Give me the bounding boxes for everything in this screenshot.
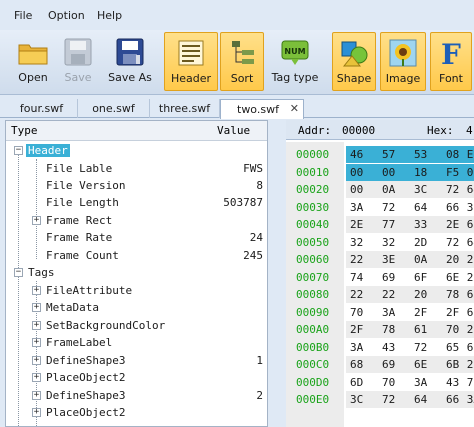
tag-tree-panel: Type Value − Header File Lable FWS File … — [5, 120, 268, 427]
expand-icon[interactable]: + — [32, 286, 41, 295]
column-value[interactable]: Value — [217, 124, 250, 137]
expand-icon[interactable]: + — [32, 356, 41, 365]
expand-icon[interactable]: + — [32, 338, 41, 347]
save-disk-icon — [64, 38, 92, 66]
tree-row-tags[interactable]: − Tags — [6, 264, 267, 281]
hex-row[interactable]: 000E0 3C7264663A — [286, 391, 474, 409]
expand-icon[interactable]: + — [32, 391, 41, 400]
hex-row[interactable]: 00040 2E77332E6F — [286, 216, 474, 234]
svg-text:F: F — [441, 38, 461, 68]
tab-three-swf[interactable]: three.swf — [150, 99, 220, 118]
menu-bar: File Option Help — [0, 0, 474, 30]
tab-one-swf[interactable]: one.swf — [78, 99, 150, 118]
hex-row[interactable]: 00060 223E0A2020 — [286, 251, 474, 269]
shape-button[interactable]: Shape — [332, 32, 376, 91]
tree-row[interactable]: + Frame Rect — [6, 212, 267, 229]
open-button[interactable]: Open — [10, 32, 56, 91]
tab-four-swf[interactable]: four.swf — [6, 99, 78, 118]
tree-row[interactable]: File Lable FWS — [6, 160, 267, 177]
hex-view-panel: Addr: 00000 Hex: 4 00000 46575308EB 0001… — [286, 120, 474, 427]
hex-row[interactable]: 000B0 3A43726561 — [286, 339, 474, 356]
num-tag-icon: NUM — [281, 40, 309, 65]
tree-row[interactable]: + MetaData — [6, 299, 267, 316]
expand-icon[interactable]: + — [32, 321, 41, 330]
tree-row[interactable]: File Length 503787 — [6, 194, 267, 211]
save-button[interactable]: Save — [58, 32, 98, 91]
shape-icon — [341, 41, 368, 67]
file-tabs: four.swf one.swf three.swf two.swf ✕ — [0, 96, 474, 119]
hex-row[interactable]: 000D0 6D703A4372 — [286, 374, 474, 391]
hex-row[interactable]: 000A0 2F7861702F — [286, 321, 474, 339]
pane-splitter[interactable] — [269, 120, 286, 427]
tree-row[interactable]: + DefineShape3 1 — [6, 352, 267, 369]
sort-tree-icon — [232, 41, 254, 64]
addr-value: 00000 — [342, 124, 376, 137]
save-as-disk-icon — [116, 38, 144, 66]
expand-icon[interactable]: + — [32, 373, 41, 382]
hex-value: 4 — [466, 124, 473, 137]
toolbar: Open Save Save As Header Sort NUM Tag ty… — [0, 30, 474, 95]
font-button[interactable]: F Font — [430, 32, 472, 91]
hex-row[interactable]: 00080 222220786D — [286, 286, 474, 304]
tree-row[interactable]: + FrameLabel — [6, 334, 267, 351]
tree-row[interactable]: + DefineShape3 2 — [6, 387, 267, 404]
tree-header: Type Value — [6, 121, 267, 141]
save-as-button[interactable]: Save As — [104, 32, 156, 91]
tag-type-button[interactable]: NUM Tag type — [268, 32, 322, 91]
tree-row[interactable]: File Version 8 — [6, 177, 267, 194]
tree-row[interactable]: + SetBackgroundColor — [6, 317, 267, 334]
tab-two-swf[interactable]: two.swf ✕ — [220, 99, 304, 119]
image-sunflower-icon — [389, 39, 417, 67]
hex-row[interactable]: 00050 32322D7264 — [286, 234, 474, 251]
header-list-icon — [178, 40, 204, 66]
menu-option[interactable]: Option — [48, 9, 85, 22]
tree-row[interactable]: + PlaceObject2 — [6, 369, 267, 386]
column-type[interactable]: Type — [11, 124, 38, 137]
menu-file[interactable]: File — [14, 9, 32, 22]
hex-row[interactable]: 00000 46575308EB — [286, 146, 474, 164]
hex-row[interactable]: 00020 000A3C7264 — [286, 181, 474, 199]
hex-row[interactable]: 00090 703A2F2F6E — [286, 304, 474, 321]
folder-icon — [18, 44, 48, 65]
hex-row[interactable]: 00010 000018F500 — [286, 164, 474, 182]
tree-row[interactable]: Frame Count 245 — [6, 247, 267, 264]
expand-icon[interactable]: + — [32, 303, 41, 312]
expand-icon[interactable]: + — [32, 408, 41, 417]
hex-row[interactable]: 000C0 68696E6B20 — [286, 356, 474, 374]
expand-icon[interactable]: + — [32, 216, 41, 225]
hex-row[interactable]: 00070 74696F6E20 — [286, 269, 474, 286]
image-button[interactable]: Image — [380, 32, 426, 91]
tree-row-header[interactable]: − Header — [6, 142, 267, 159]
svg-text:NUM: NUM — [284, 47, 305, 56]
menu-help[interactable]: Help — [97, 9, 122, 22]
tree-row[interactable]: Frame Rate 24 — [6, 229, 267, 246]
collapse-icon[interactable]: − — [14, 146, 23, 155]
header-button[interactable]: Header — [164, 32, 218, 91]
tree-row[interactable]: + PlaceObject2 — [6, 404, 267, 421]
hex-header: Addr: 00000 Hex: 4 — [286, 120, 474, 140]
font-f-icon: F — [441, 38, 461, 68]
close-tab-icon[interactable]: ✕ — [290, 102, 299, 115]
collapse-icon[interactable]: − — [14, 268, 23, 277]
hex-row[interactable]: 00030 3A7264663D — [286, 199, 474, 216]
sort-button[interactable]: Sort — [220, 32, 264, 91]
tree-row[interactable]: + FileAttribute — [6, 282, 267, 299]
